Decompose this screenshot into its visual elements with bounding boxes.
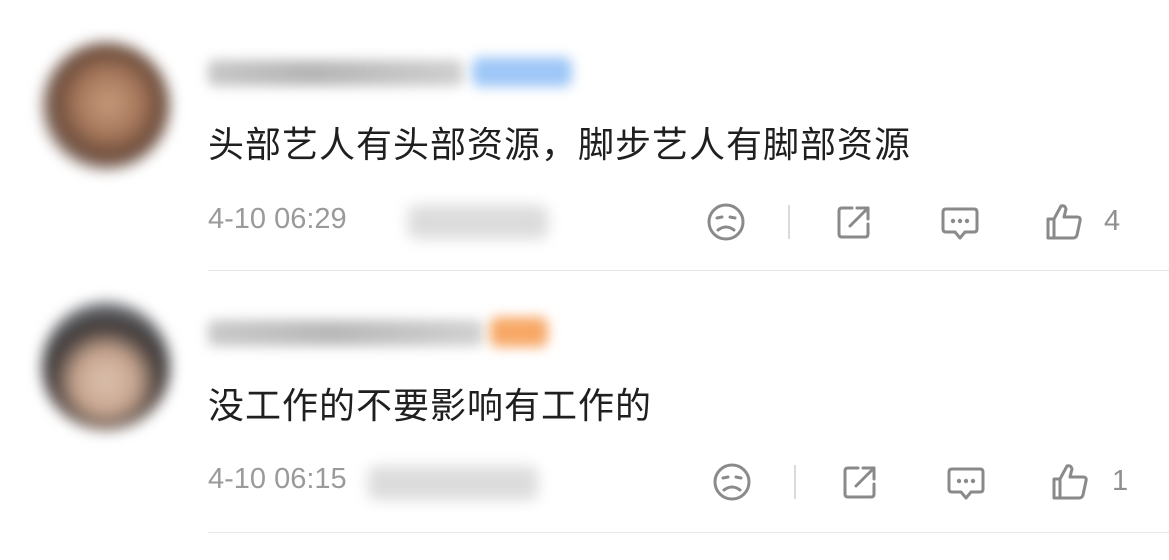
avatar[interactable] [42,42,170,170]
comment-item: 没工作的不要影响有工作的 4-10 06:15 1 [0,270,1169,540]
action-separator [788,205,790,239]
sad-face-icon [707,203,745,241]
user-badge-redacted [472,57,572,87]
comment-divider [208,532,1169,533]
dislike-button[interactable] [708,458,756,506]
share-icon [843,466,876,499]
comment-bubble-icon [947,467,985,500]
user-badge-redacted [490,317,548,347]
share-button[interactable] [830,198,878,246]
dislike-button[interactable] [702,198,750,246]
comment-time: 4-10 06:29 [208,203,347,235]
thumbs-up-icon [1046,204,1082,240]
like-button[interactable] [1040,198,1088,246]
action-separator [794,465,796,499]
like-count: 4 [1104,205,1121,237]
like-button[interactable] [1046,458,1094,506]
comment-bubble-icon [941,207,979,240]
username-redacted[interactable] [208,60,463,86]
comment-button[interactable] [942,458,990,506]
share-button[interactable] [836,458,884,506]
location-redacted [368,466,538,500]
like-count: 1 [1112,465,1129,497]
thumbs-up-icon [1052,464,1088,500]
sad-face-icon [713,463,751,501]
comment-item: 头部艺人有头部资源，脚步艺人有脚部资源 4-10 06:29 4 [0,0,1169,271]
comment-text: 没工作的不要影响有工作的 [208,386,653,427]
share-icon [837,206,870,239]
comment-text: 头部艺人有头部资源，脚步艺人有脚部资源 [208,125,912,166]
comment-button[interactable] [936,198,984,246]
comment-time: 4-10 06:15 [208,463,347,495]
location-redacted [408,205,548,239]
username-redacted[interactable] [208,320,483,346]
avatar[interactable] [42,302,170,430]
